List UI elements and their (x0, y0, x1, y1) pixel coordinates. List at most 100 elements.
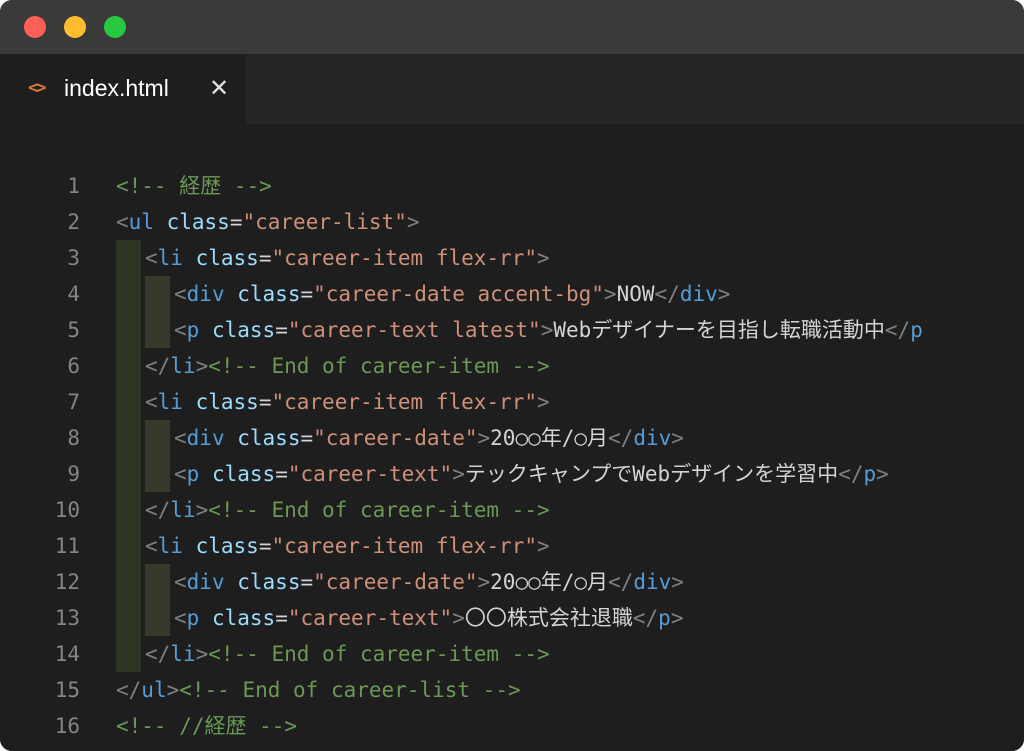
code-token: "career-item flex-rr" (271, 534, 537, 558)
close-window-button[interactable] (24, 16, 46, 38)
code-text: <li class="career-item flex-rr"> (145, 384, 550, 420)
code-line[interactable]: 8 <div class="career-date">20○○年/○月</div> (0, 420, 1024, 456)
code-line[interactable]: 9 <p class="career-text">テックキャンプでWebデザインを… (0, 456, 1024, 492)
code-token: div (186, 570, 225, 594)
indent-guide (116, 492, 141, 528)
code-token: <!-- End of career-item --> (208, 642, 550, 666)
code-text: <li class="career-item flex-rr"> (145, 240, 550, 276)
code-token: class (195, 390, 259, 414)
indent-guide (116, 312, 141, 348)
indent-guide (145, 600, 170, 636)
line-number: 13 (54, 606, 80, 630)
code-token: Webデザイナーを目指し転職活動中 (553, 318, 885, 342)
code-token: > (452, 606, 465, 630)
code-token: > (670, 606, 684, 630)
indent-guide (116, 240, 141, 276)
code-token: "career-date" (313, 426, 478, 450)
code-token: "career-item flex-rr" (271, 246, 537, 270)
code-editor[interactable]: 1 <!-- 経歴 --> 2 <ul class="career-list"> 3 <l… (0, 124, 1024, 751)
close-tab-icon[interactable]: ✕ (206, 74, 232, 102)
code-text: <div class="career-date">20○○年/○月</div> (174, 564, 684, 600)
indent-guide (116, 636, 141, 672)
code-line[interactable]: 2 <ul class="career-list"> (0, 204, 1024, 240)
line-number: 3 (67, 246, 80, 270)
code-line[interactable]: 3 <li class="career-item flex-rr"> (0, 240, 1024, 276)
code-token: 〇〇株式会社退職 (464, 606, 633, 630)
code-token: </ (884, 318, 911, 342)
code-line[interactable]: 1 <!-- 経歴 --> (0, 168, 1024, 204)
code-line[interactable]: 14 </li><!-- End of career-item --> (0, 636, 1024, 672)
code-token: li (157, 246, 183, 270)
code-token: class (211, 318, 276, 342)
code-line[interactable]: 12 <div class="career-date">20○○年/○月</div… (0, 564, 1024, 600)
code-token: <!-- //経歴 --> (116, 714, 298, 738)
code-token: li (157, 390, 183, 414)
code-token: > (195, 354, 209, 378)
line-number: 5 (67, 318, 80, 342)
code-token: > (406, 210, 420, 234)
indent-guide (116, 528, 141, 564)
code-token: <!-- End of career-item --> (208, 354, 550, 378)
code-token: p (658, 606, 671, 630)
code-token: li (170, 354, 196, 378)
code-line[interactable]: 4 <div class="career-date accent-bg">NOW<… (0, 276, 1024, 312)
tab-index-html[interactable]: <> index.html ✕ (0, 54, 246, 124)
indent-guide (145, 564, 170, 600)
code-token: 20○○年/○月 (490, 570, 609, 594)
code-line[interactable]: 11 <li class="career-item flex-rr"> (0, 528, 1024, 564)
code-token: = (275, 462, 288, 486)
maximize-window-button[interactable] (104, 16, 126, 38)
code-token: = (300, 426, 314, 450)
code-token: "career-text" (287, 606, 453, 630)
code-text: <p class="career-text latest">Webデザイナーを目… (174, 312, 923, 348)
code-token: テックキャンプでWebデザインを学習中 (464, 462, 839, 486)
code-text: <!-- //経歴 --> (116, 708, 297, 744)
code-line[interactable]: 6 </li><!-- End of career-item --> (0, 348, 1024, 384)
minimize-window-button[interactable] (64, 16, 86, 38)
indent-guide (116, 600, 141, 636)
code-token: li (157, 534, 183, 558)
code-line[interactable]: 5 <p class="career-text latest">Webデザイナーを… (0, 312, 1024, 348)
code-token: < (174, 426, 187, 450)
code-token: div (186, 282, 225, 306)
line-number: 12 (54, 570, 80, 594)
indent-guide (145, 420, 170, 456)
code-token: class (237, 426, 301, 450)
code-text: </li><!-- End of career-item --> (145, 492, 550, 528)
code-token: </ (145, 354, 171, 378)
indent-guide (145, 456, 170, 492)
code-line[interactable]: 13 <p class="career-text">〇〇株式会社退職</p> (0, 600, 1024, 636)
indent-guide (145, 276, 170, 312)
code-token: "career-date" (313, 570, 478, 594)
code-token: < (174, 570, 187, 594)
code-token: < (116, 210, 129, 234)
code-token: class (237, 570, 301, 594)
indent-guide (116, 276, 141, 312)
code-token: p (186, 462, 200, 486)
code-token: 20○○年/○月 (490, 426, 609, 450)
code-token: = (258, 246, 272, 270)
code-token: ul (128, 210, 154, 234)
code-token: p (910, 318, 923, 342)
code-token: div (633, 570, 672, 594)
code-line[interactable]: 15 </ul><!-- End of career-list --> (0, 672, 1024, 708)
code-token: div (633, 426, 672, 450)
code-token: = (229, 210, 243, 234)
line-number: 4 (67, 282, 80, 306)
line-number: 2 (67, 210, 80, 234)
code-token: < (145, 534, 158, 558)
code-token: > (477, 570, 491, 594)
code-line[interactable]: 7 <li class="career-item flex-rr"> (0, 384, 1024, 420)
code-token: class (211, 606, 276, 630)
code-token: "career-list" (242, 210, 407, 234)
code-token: = (300, 570, 314, 594)
code-token: class (237, 282, 301, 306)
code-token: p (186, 318, 200, 342)
code-token: </ (654, 282, 680, 306)
code-line[interactable]: 16 <!-- //経歴 --> (0, 708, 1024, 744)
code-token: > (603, 282, 617, 306)
code-token: < (145, 390, 158, 414)
code-line[interactable]: 10 </li><!-- End of career-item --> (0, 492, 1024, 528)
